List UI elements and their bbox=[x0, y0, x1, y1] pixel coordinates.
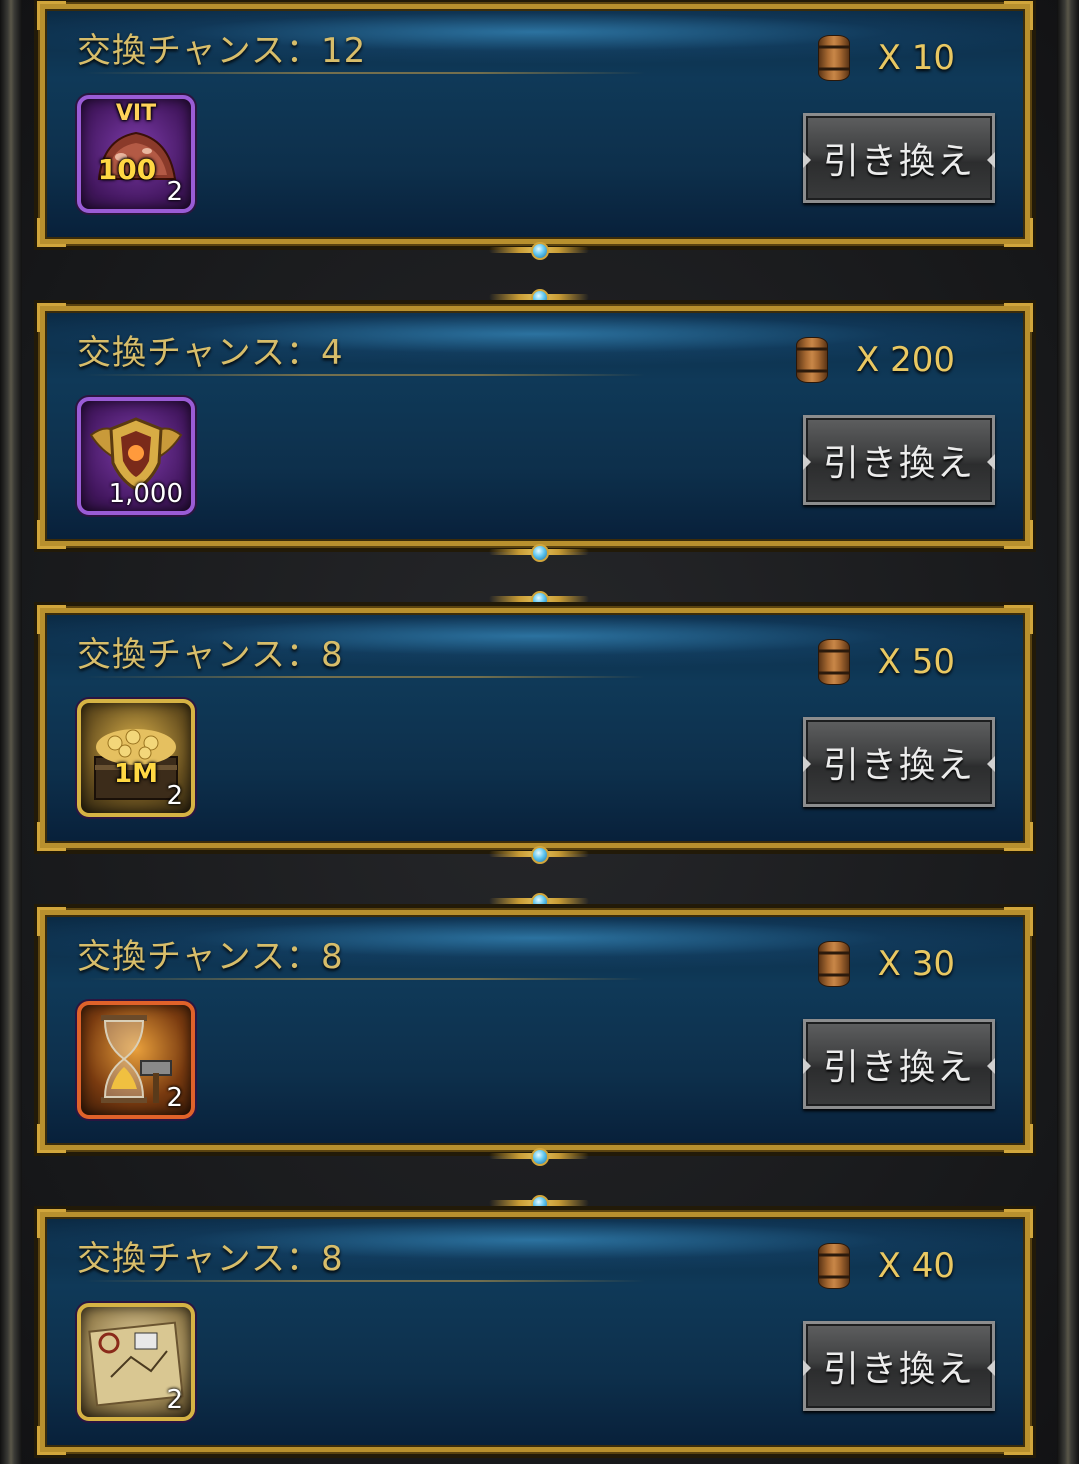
exchange-chance-label: 交換チャンス：8 bbox=[77, 1239, 344, 1279]
offer-card: 交換チャンス：8 X 40 2 引き換え bbox=[37, 1209, 1033, 1455]
card-ornament bbox=[489, 541, 589, 563]
redeem-button[interactable]: 引き換え bbox=[803, 415, 995, 505]
card-ornament bbox=[489, 1192, 589, 1214]
card-ornament bbox=[489, 843, 589, 865]
item-quantity: 2 bbox=[166, 781, 183, 811]
cost-display: X 200 bbox=[796, 337, 955, 383]
cost-display: X 40 bbox=[817, 1243, 955, 1289]
blueprint-map-icon[interactable]: 2 bbox=[77, 1303, 195, 1421]
exchange-chance-label: 交換チャンス：8 bbox=[77, 635, 344, 675]
cost-display: X 10 bbox=[817, 35, 955, 81]
card-ornament bbox=[489, 239, 589, 261]
card-ornament bbox=[489, 286, 589, 308]
title-divider bbox=[85, 374, 645, 376]
item-quantity: 1,000 bbox=[108, 479, 183, 509]
left-frame-rail bbox=[0, 0, 22, 1464]
title-divider bbox=[85, 72, 645, 74]
item-quantity: 2 bbox=[166, 177, 183, 207]
vit-subtag: VIT bbox=[115, 101, 157, 126]
title-divider bbox=[85, 1280, 645, 1282]
card-ornament bbox=[489, 1145, 589, 1167]
exchange-chance-label: 交換チャンス：4 bbox=[77, 333, 344, 373]
offer-card: 交換チャンス：8 X 30 2 引き換え bbox=[37, 907, 1033, 1153]
cost-amount: X 40 bbox=[877, 1246, 955, 1286]
title-divider bbox=[85, 978, 645, 980]
barrel-icon bbox=[817, 35, 850, 81]
cost-amount: X 10 bbox=[877, 38, 955, 78]
barrel-icon bbox=[817, 1243, 850, 1289]
card-ornament bbox=[489, 890, 589, 912]
redeem-button[interactable]: 引き換え bbox=[803, 717, 995, 807]
gold-chest-icon[interactable]: 1M 2 bbox=[77, 699, 195, 817]
barrel-icon bbox=[796, 337, 828, 383]
cost-amount: X 30 bbox=[877, 944, 955, 984]
cost-display: X 50 bbox=[817, 639, 955, 685]
card-ornament bbox=[489, 588, 589, 610]
exchange-chance-label: 交換チャンス：8 bbox=[77, 937, 344, 977]
offer-card: 交換チャンス：12 X 10 VIT 100 2 引き換え bbox=[37, 1, 1033, 247]
barrel-icon bbox=[817, 639, 850, 685]
item-quantity: 2 bbox=[166, 1385, 183, 1415]
hourglass-hammer-icon[interactable]: 2 bbox=[77, 1001, 195, 1119]
exchange-shop-list: 交換チャンス：12 X 10 VIT 100 2 引き換え 交換チャンス：4 X… bbox=[0, 0, 1079, 1464]
winged-shield-medal-icon[interactable]: 1,000 bbox=[77, 397, 195, 515]
offer-card: 交換チャンス：4 X 200 1,000 引き換え bbox=[37, 303, 1033, 549]
item-quantity: 2 bbox=[166, 1083, 183, 1113]
exchange-chance-label: 交換チャンス：12 bbox=[77, 31, 367, 71]
cost-display: X 30 bbox=[817, 941, 955, 987]
right-frame-rail bbox=[1057, 0, 1079, 1464]
title-divider bbox=[85, 676, 645, 678]
barrel-icon bbox=[817, 941, 850, 987]
offer-card: 交換チャンス：8 X 50 1M 2 引き換え bbox=[37, 605, 1033, 851]
redeem-button[interactable]: 引き換え bbox=[803, 1019, 995, 1109]
redeem-button[interactable]: 引き換え bbox=[803, 113, 995, 203]
cost-amount: X 200 bbox=[856, 340, 955, 380]
redeem-button[interactable]: 引き換え bbox=[803, 1321, 995, 1411]
vit-meat-icon[interactable]: VIT 100 2 bbox=[77, 95, 195, 213]
cost-amount: X 50 bbox=[877, 642, 955, 682]
